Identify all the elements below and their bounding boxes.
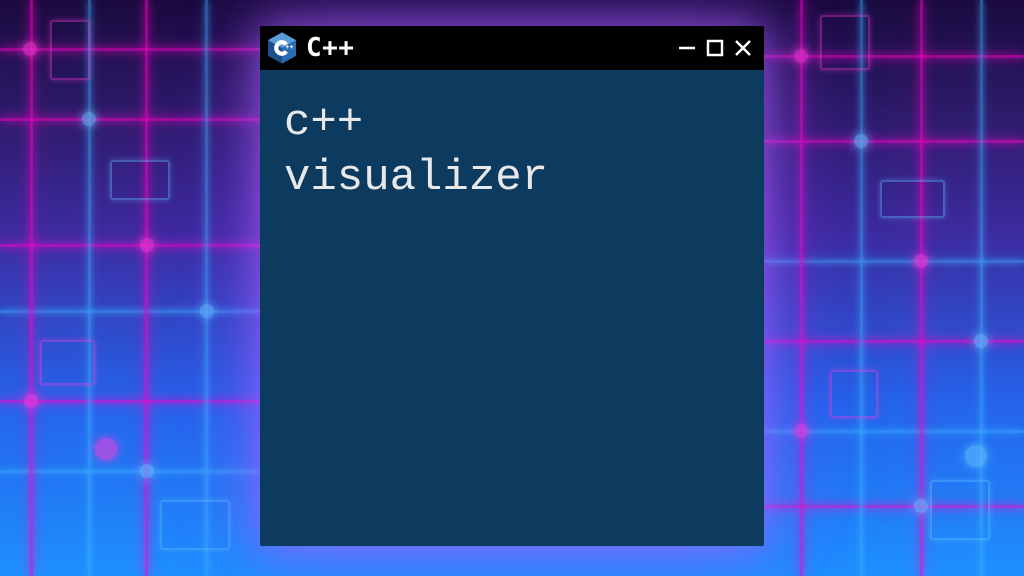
close-button[interactable]: [732, 37, 754, 59]
window-controls: [676, 37, 754, 59]
minimize-button[interactable]: [676, 37, 698, 59]
app-window: C++ c++ visualizer: [260, 26, 764, 546]
window-title: C++: [306, 33, 666, 63]
client-area: c++ visualizer: [260, 70, 764, 546]
maximize-button[interactable]: [704, 37, 726, 59]
titlebar[interactable]: C++: [260, 26, 764, 70]
body-text: c++ visualizer: [284, 96, 740, 206]
cpp-hex-icon: [268, 34, 296, 62]
